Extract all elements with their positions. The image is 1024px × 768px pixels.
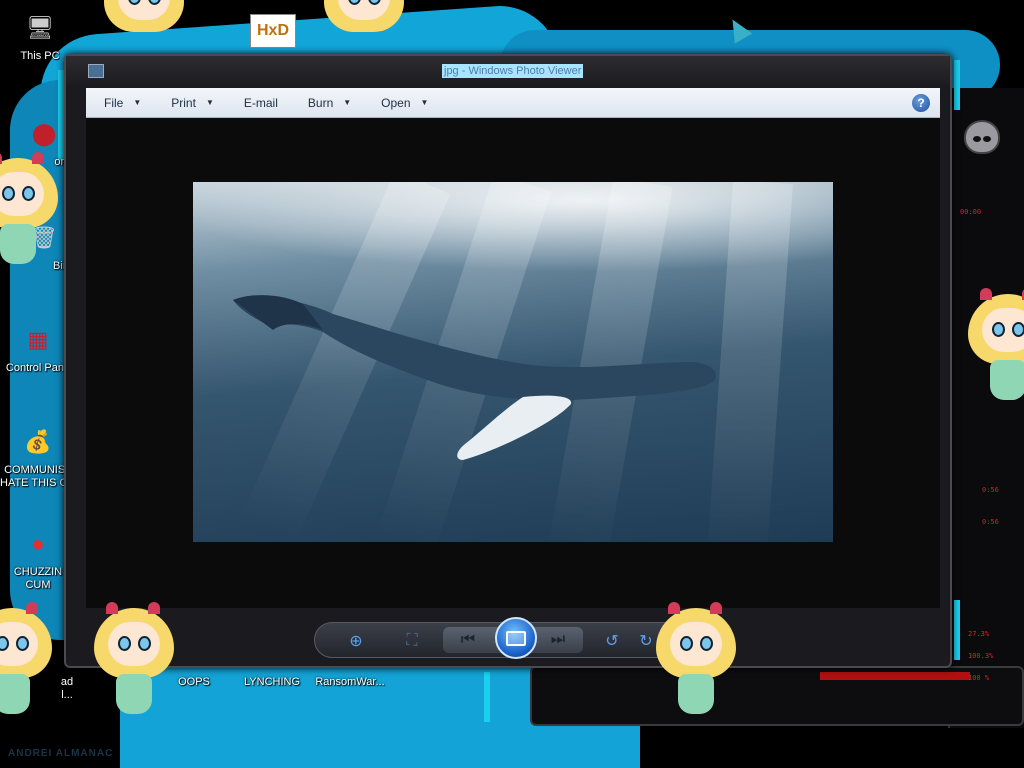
title-bar[interactable]: jpg - Windows Photo Viewer [66,56,950,86]
hud-readout: 100 % [968,674,990,682]
hud-accent-strip [954,60,960,110]
menu-bar: File ▼ Print ▼ E-mail Burn ▼ Open ▼ ? [86,88,940,118]
hud-readout: 0:56 [982,518,999,526]
menu-email[interactable]: E-mail [226,88,290,117]
hud-readout: 0:56 [982,486,999,494]
menu-label: Open [381,95,411,110]
help-icon[interactable]: ? [912,94,930,112]
hud-accent-strip [954,600,960,660]
zoom-icon[interactable]: ⊕ [345,631,367,651]
hud-red-bar [820,672,970,680]
fuzzy-creature-icon: ● [31,531,45,556]
slideshow-screen-icon [506,630,526,646]
menu-burn[interactable]: Burn ▼ [290,88,363,117]
hud-accent-strip [484,672,490,722]
menu-label: Print [171,95,196,110]
menu-file[interactable]: File ▼ [86,88,153,117]
chevron-down-icon: ▼ [343,98,352,107]
desktop-icon-ransomware[interactable]: RansomWar... [312,676,388,689]
hxd-app-icon[interactable]: HxD [250,14,296,48]
money-bag-icon: 💰 [24,429,52,454]
slideshow-icon[interactable] [495,617,537,659]
cartoon-sticker [98,0,190,74]
cartoon-sticker [0,150,64,270]
cartoon-sticker [88,600,180,720]
displayed-photo [193,182,833,542]
whale-icon [233,295,717,460]
actual-size-icon[interactable]: ⛶ [401,631,423,651]
desktop-icon-label: LYNCHING [243,676,301,688]
rotate-counterclockwise-icon[interactable]: ↺ [601,631,623,651]
chevron-down-icon: ▼ [420,98,429,107]
desktop-icon-lynching[interactable]: LYNCHING [234,676,310,689]
menu-print[interactable]: Print ▼ [153,88,226,117]
hud-readout: 00:00 [960,208,982,216]
chevron-down-icon: ▼ [133,98,142,107]
image-viewport [86,118,940,608]
menu-label: Burn [307,95,334,110]
cartoon-sticker [650,600,742,720]
cartoon-sticker [0,600,58,720]
hud-readout: 100.3% [968,652,994,660]
previous-icon[interactable]: ⏮ [457,630,479,650]
chevron-down-icon: ▼ [205,98,214,107]
cartoon-sticker [962,286,1024,406]
control-panel-icon: ▦ [27,327,49,352]
computer-icon: 🖥 [26,15,54,40]
alien-logo-icon [964,120,1000,154]
menu-label: File [104,95,124,110]
watermark-text: ANDREI ALMANAC [8,748,114,759]
network-icon: ⬤ [31,121,57,146]
menu-open[interactable]: Open ▼ [363,88,440,117]
desktop-icon-label: RansomWar... [315,676,385,688]
menu-label: E-mail [243,95,278,110]
hud-readout: 27.3% [968,630,990,638]
photo-viewer-window[interactable]: jpg - Windows Photo Viewer File ▼ Print … [64,54,952,668]
window-title: jpg - Windows Photo Viewer [442,64,584,78]
next-icon[interactable]: ⏭ [547,630,569,650]
cartoon-sticker [318,0,410,74]
